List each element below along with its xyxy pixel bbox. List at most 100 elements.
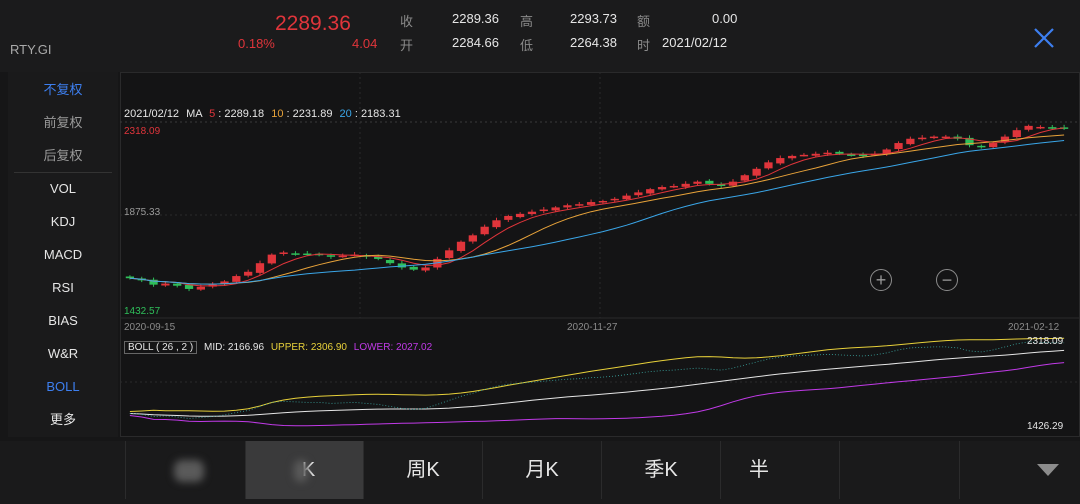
tab-day-k[interactable]: K — [246, 441, 364, 499]
candle-body — [468, 235, 477, 242]
last-price: 2289.36 — [275, 12, 351, 35]
ma-label: MA — [186, 108, 203, 120]
zoom-in-button[interactable]: + — [870, 269, 892, 291]
time-value: 2021/02/12 — [662, 35, 728, 50]
sidebar-item-kdj[interactable]: KDJ — [8, 207, 118, 237]
candle-body — [657, 187, 667, 190]
tab-half-year-label: 半 — [749, 459, 769, 481]
candle-body — [858, 154, 868, 157]
candle-body — [255, 263, 265, 273]
x-axis-label-start: 2020-09-15 — [124, 322, 176, 333]
close-button[interactable] — [1030, 24, 1058, 52]
tab-blurred[interactable] — [126, 441, 246, 499]
candle-body — [385, 259, 395, 264]
ma20-period: 20 — [339, 108, 352, 120]
amount-value: 0.00 — [712, 11, 738, 26]
candle-body — [847, 154, 856, 156]
candle-body — [764, 162, 773, 169]
boll-y-top: 2318.09 — [1027, 336, 1064, 347]
sidebar-item-vol[interactable]: VOL — [8, 174, 118, 204]
candle-body — [527, 211, 537, 215]
period-tab-bar: K 周K 月K 季K 半 — [0, 441, 1080, 504]
blurred-text — [293, 459, 308, 482]
sidebar-item-forward-adjust[interactable]: 前复权 — [8, 108, 118, 138]
sidebar-item-more[interactable]: 更多 — [8, 405, 118, 435]
open-label: 开 — [400, 38, 414, 53]
zoom-out-button[interactable]: − — [936, 269, 958, 291]
candle-body — [421, 267, 430, 271]
candle-body — [515, 213, 525, 218]
y-axis-top-label: 2318.09 — [124, 126, 161, 137]
candle-body — [811, 153, 820, 156]
chevron-down-icon — [1037, 463, 1059, 476]
ma5-value: 2289.18 — [224, 108, 265, 120]
candle-body — [988, 143, 998, 148]
x-axis-label-mid: 2020-11-27 — [567, 322, 618, 333]
candle-body — [977, 145, 986, 148]
candle-body — [622, 195, 631, 200]
sidebar-item-wr[interactable]: W&R — [8, 339, 118, 369]
candle-body — [681, 183, 690, 187]
tab-blank-1[interactable] — [6, 441, 126, 499]
ma-legend: 2021/02/12 MA 5 : 2289.18 10 : 2231.89 2… — [124, 108, 401, 120]
candle-body — [291, 253, 300, 255]
candle-body — [646, 189, 655, 194]
close-label: 收 — [400, 14, 414, 29]
candle-body — [445, 250, 454, 259]
candle-body — [575, 204, 584, 206]
candle-body — [740, 175, 749, 181]
quote-header: RTY.GI 2289.36 0.18% 4.04 收 2289.36 开 22… — [0, 0, 1080, 72]
sidebar-item-boll[interactable]: BOLL — [8, 372, 118, 402]
boll-y-bottom: 1426.29 — [1027, 421, 1064, 432]
candle-body — [693, 181, 702, 184]
sidebar-divider — [14, 172, 112, 173]
candle-body — [1048, 127, 1057, 129]
candle-body — [409, 266, 418, 270]
candle-body — [492, 220, 501, 228]
high-value: 2293.73 — [570, 11, 617, 26]
candle-body — [563, 205, 572, 208]
boll-mid: MID: 2166.96 — [204, 342, 265, 353]
candle-body — [338, 255, 347, 258]
candle-body — [610, 198, 619, 201]
candle-body — [787, 155, 797, 159]
sidebar-item-no-adjust[interactable]: 不复权 — [8, 75, 118, 105]
candle-body — [752, 168, 761, 176]
candle-body — [232, 276, 241, 282]
time-label: 时 — [637, 38, 651, 53]
tab-week-k[interactable]: 周K — [364, 441, 483, 499]
candle-body — [906, 138, 915, 145]
low-value: 2264.38 — [570, 35, 617, 50]
high-label: 高 — [520, 14, 534, 29]
blurred-text — [173, 459, 204, 482]
boll-upper: UPPER: 2306.90 — [270, 342, 347, 353]
boll-label: BOLL ( 26 , 2 ) — [124, 341, 198, 354]
sidebar-item-bias[interactable]: BIAS — [8, 306, 118, 336]
tab-month-k[interactable]: 月K — [483, 441, 602, 499]
candle-body — [456, 241, 466, 251]
candle-body — [1024, 125, 1033, 130]
tab-quarter-k[interactable]: 季K — [602, 441, 721, 499]
change-percent: 0.18% — [238, 36, 275, 51]
candle-body — [1036, 126, 1045, 129]
candle-body — [634, 192, 643, 196]
x-axis-label-end: 2021-02-12 — [1008, 322, 1060, 333]
candle-body — [551, 207, 560, 211]
tab-blank-2[interactable] — [840, 441, 960, 499]
candle-body — [929, 136, 939, 139]
candle-body — [279, 252, 288, 254]
boll-legend: BOLL ( 26 , 2 ) MID: 2166.96 UPPER: 2306… — [124, 341, 432, 354]
tab-more-dropdown[interactable] — [960, 441, 1080, 499]
amount-label: 额 — [637, 14, 651, 29]
ma5-period: 5 — [209, 108, 216, 120]
candle-body — [669, 185, 679, 188]
tab-half-year-k[interactable]: 半 — [721, 441, 840, 499]
candle-body — [835, 151, 844, 154]
y-axis-bottom-label: 1432.57 — [124, 306, 161, 317]
kline-chart-area[interactable]: 2021/02/12 MA 5 : 2289.18 10 : 2231.89 2… — [120, 72, 1080, 437]
sidebar-item-macd[interactable]: MACD — [8, 240, 118, 270]
sidebar-item-rsi[interactable]: RSI — [8, 273, 118, 303]
sidebar-item-backward-adjust[interactable]: 后复权 — [8, 141, 118, 171]
candle-body — [918, 137, 927, 140]
ma10-period: 10 — [271, 108, 284, 120]
